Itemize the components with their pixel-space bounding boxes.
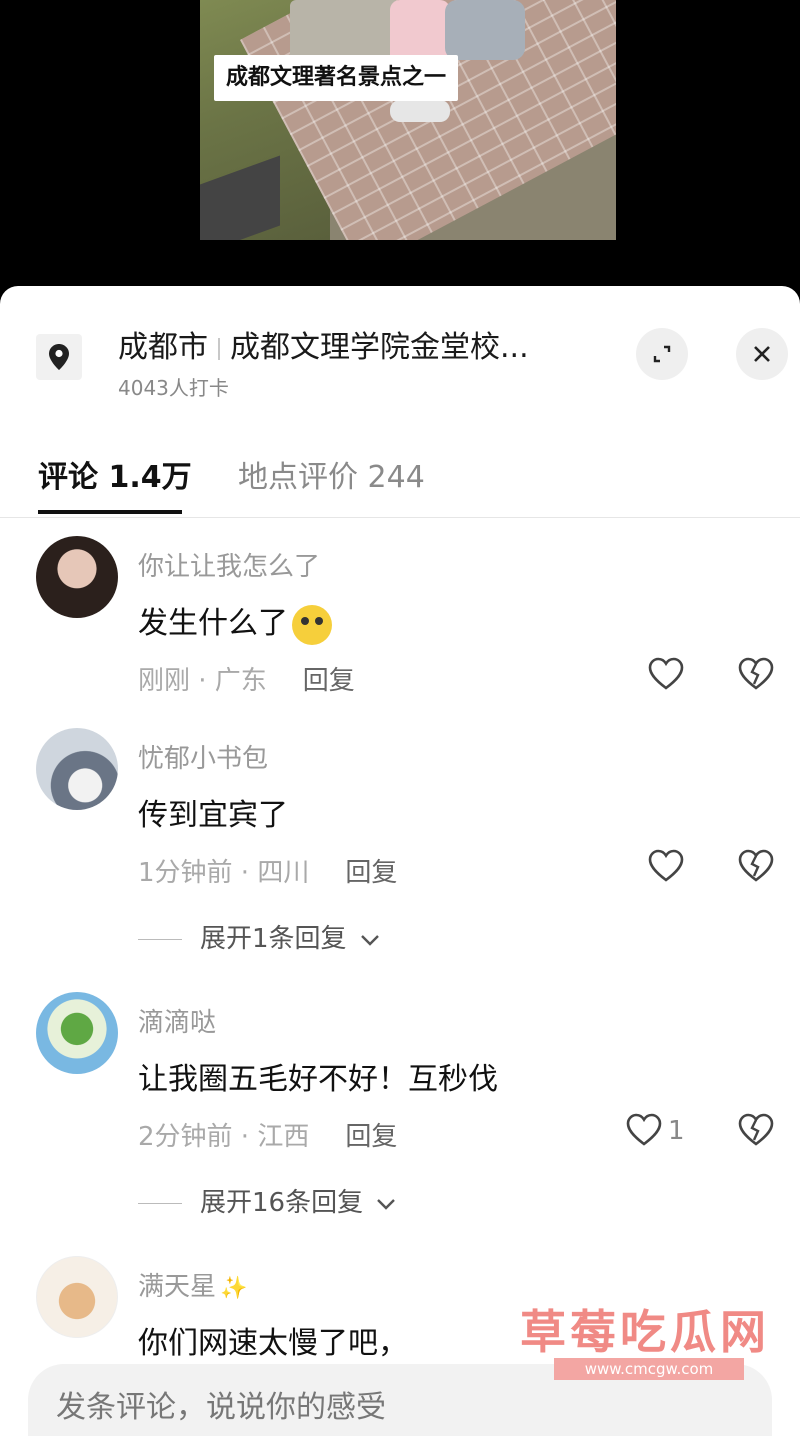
comment-username[interactable]: 你让让我怎么了 <box>138 546 320 583</box>
tab-place-reviews[interactable]: 地点评价 244 <box>238 452 425 496</box>
comment-text: 传到宜宾了 <box>138 798 288 833</box>
video-frame <box>200 0 616 240</box>
expand-replies-label: 展开16条回复 <box>200 1188 364 1218</box>
title-divider <box>218 337 220 360</box>
location-place: 成都文理学院金堂校... <box>230 330 529 365</box>
comment-username[interactable]: 满天星 ✨ <box>138 1266 247 1303</box>
expand-replies-label: 展开1条回复 <box>200 924 347 954</box>
divider-line <box>138 939 182 940</box>
like-count: 1 <box>668 1116 685 1146</box>
person-shoe <box>390 100 450 122</box>
tab-bar: 评论 1.4万 地点评价 244 <box>0 436 800 518</box>
video-caption: 成都文理著名景点之一 <box>214 55 459 101</box>
location-city: 成都市 <box>118 330 208 365</box>
video-player[interactable]: 成都文理著名景点之一 <box>0 0 800 300</box>
comment-username[interactable]: 滴滴哒 <box>138 1002 216 1039</box>
avatar[interactable] <box>36 728 118 810</box>
surprised-emoji-icon <box>292 604 332 645</box>
close-button[interactable] <box>736 328 788 380</box>
chevron-down-icon <box>377 1198 396 1210</box>
avatar[interactable] <box>36 992 118 1074</box>
expand-icon <box>653 345 671 363</box>
location-header[interactable]: 成都市 成都文理学院金堂校... 4043人打卡 <box>0 286 800 416</box>
broken-heart-icon[interactable] <box>736 654 776 694</box>
expand-replies-button[interactable]: 展开16条回复 <box>138 1182 397 1219</box>
avatar[interactable] <box>36 536 118 618</box>
comment-username[interactable]: 忧郁小书包 <box>138 738 268 775</box>
comment-sheet: 成都市 成都文理学院金堂校... 4043人打卡 评论 1.4万 地点评价 244… <box>0 286 800 1436</box>
person-jeans <box>445 0 525 60</box>
heart-icon[interactable] <box>646 846 686 886</box>
reply-button[interactable]: 回复 <box>345 1122 397 1152</box>
broken-heart-icon[interactable] <box>736 846 776 886</box>
location-pin-icon <box>36 334 82 380</box>
heart-icon[interactable] <box>624 1110 664 1150</box>
tab-comments[interactable]: 评论 1.4万 <box>38 452 192 496</box>
watermark-title: 草莓吃瓜网 <box>520 1305 770 1359</box>
comment-text: 发生什么了 <box>138 598 332 645</box>
comment-meta: 1分钟前 · 四川 回复 <box>138 852 397 889</box>
comment-text: 你们网速太慢了吧， <box>138 1326 408 1361</box>
reply-button[interactable]: 回复 <box>303 666 355 696</box>
comment-time-region: 刚刚 · 广东 <box>138 666 267 696</box>
comment-meta: 刚刚 · 广东 回复 <box>138 660 355 697</box>
expand-button[interactable] <box>636 328 688 380</box>
sparkle-icon: ✨ <box>220 1276 248 1301</box>
avatar[interactable] <box>36 1256 118 1338</box>
comment-time-region: 2分钟前 · 江西 <box>138 1122 310 1152</box>
comment-username-text: 满天星 <box>138 1272 217 1302</box>
watermark-logo: 草莓吃瓜网 www.cmcgw.com <box>510 1296 770 1386</box>
location-title[interactable]: 成都市 成都文理学院金堂校... <box>118 322 529 366</box>
comment-time-region: 1分钟前 · 四川 <box>138 858 310 888</box>
broken-heart-icon[interactable] <box>736 1110 776 1150</box>
close-icon <box>754 346 770 362</box>
comment-meta: 2分钟前 · 江西 回复 <box>138 1116 397 1153</box>
watermark-url: www.cmcgw.com <box>554 1358 744 1380</box>
heart-icon[interactable] <box>646 654 686 694</box>
comment-text: 让我圈五毛好不好！互秒伐 <box>138 1062 498 1097</box>
checkin-count: 4043人打卡 <box>118 376 229 400</box>
divider-line <box>138 1203 182 1204</box>
comment-text-content: 发生什么了 <box>138 606 288 641</box>
active-tab-indicator <box>38 510 182 514</box>
expand-replies-button[interactable]: 展开1条回复 <box>138 918 381 955</box>
chevron-down-icon <box>360 934 379 946</box>
reply-button[interactable]: 回复 <box>345 858 397 888</box>
comment-input-placeholder: 发条评论，说说你的感受 <box>56 1390 386 1425</box>
